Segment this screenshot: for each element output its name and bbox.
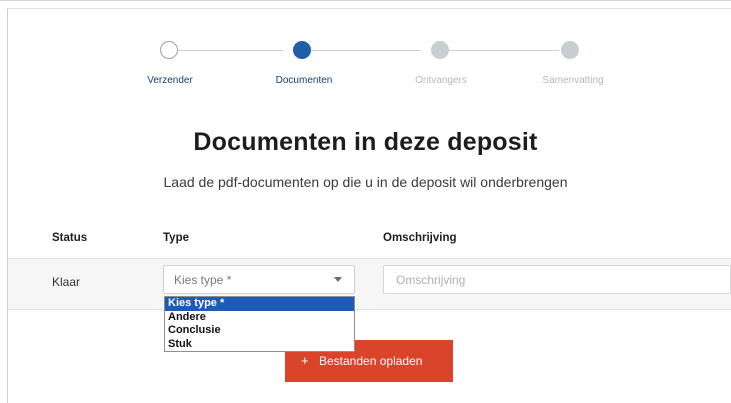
step-connector [311, 50, 421, 51]
page-title: Documenten in deze deposit [193, 128, 538, 156]
dropdown-option[interactable]: Stuk [165, 338, 354, 352]
step-label-ontvangers: Ontvangers [415, 75, 467, 86]
step-label-samenvatting: Samenvatting [542, 75, 604, 86]
step-circle-verzender[interactable] [160, 41, 178, 59]
progress-stepper: Verzender Documenten Ontvangers Samenvat… [0, 0, 731, 100]
step-circle-ontvangers [431, 41, 449, 59]
type-select-value: Kies type * [174, 273, 232, 287]
type-select[interactable]: Kies type * [163, 265, 355, 294]
dropdown-option[interactable]: Andere [165, 311, 354, 325]
step-connector [449, 50, 559, 51]
step-label-verzender[interactable]: Verzender [147, 75, 193, 86]
step-connector [178, 50, 283, 51]
dropdown-option[interactable]: Kies type * [165, 297, 354, 311]
description-input[interactable] [383, 265, 731, 294]
dropdown-option[interactable]: Conclusie [165, 324, 354, 338]
chevron-down-icon [334, 277, 342, 282]
column-header-status: Status [52, 232, 88, 244]
upload-files-label: Bestanden opladen [319, 354, 423, 368]
row-status: Klaar [52, 275, 81, 289]
column-header-type: Type [163, 232, 189, 244]
step-circle-documenten[interactable] [293, 41, 311, 59]
plus-icon: + [301, 353, 309, 368]
type-dropdown-list: Kies type * Andere Conclusie Stuk [164, 296, 355, 352]
column-header-description: Omschrijving [383, 232, 457, 244]
step-label-documenten[interactable]: Documenten [276, 75, 333, 86]
page-subtitle: Laad de pdf-documenten op die u in de de… [163, 174, 568, 190]
step-circle-samenvatting [561, 41, 579, 59]
